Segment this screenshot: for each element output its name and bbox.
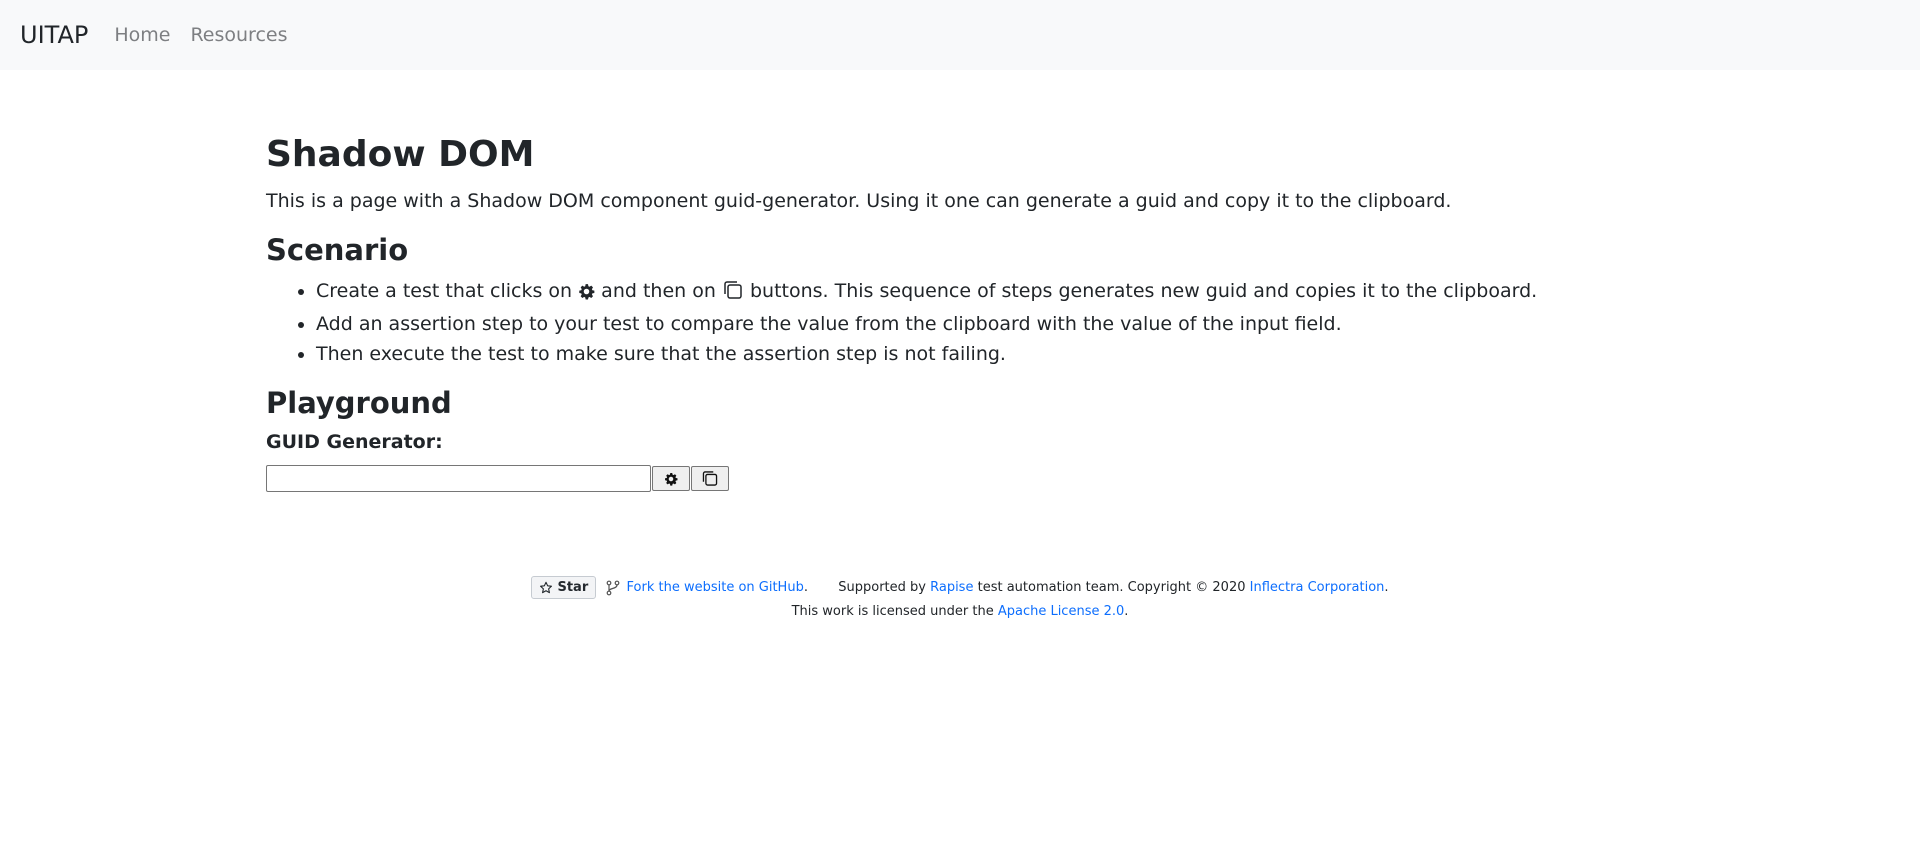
playground-heading: Playground — [266, 386, 452, 420]
fork-github-link[interactable]: Fork the website on GitHub — [627, 580, 804, 595]
page-description: This is a page with a Shadow DOM compone… — [266, 190, 1452, 212]
scenario-step-2: Add an assertion step to your test to co… — [316, 309, 1666, 339]
footer-line-1: Star Fork the website on GitHub. Support… — [0, 576, 1920, 600]
scenario-step-1: Create a test that clicks on and then on… — [316, 276, 1666, 309]
page-title: Shadow DOM — [266, 134, 535, 175]
guid-input[interactable] — [266, 465, 651, 492]
license-text: This work is licensed under the — [791, 604, 994, 619]
gear-icon — [665, 472, 678, 486]
guid-generator — [266, 465, 1666, 492]
copy-icon — [722, 279, 744, 309]
fork-icon — [606, 580, 620, 595]
footer-line-2: This work is licensed under the Apache L… — [791, 604, 1129, 619]
nav-link-resources[interactable]: Resources — [190, 24, 287, 46]
main-content: Shadow DOM This is a page with a Shadow … — [266, 70, 1666, 492]
navbar: UITAP Home Resources — [0, 0, 1920, 70]
rapise-link[interactable]: Rapise — [930, 580, 973, 595]
scenario-heading: Scenario — [266, 233, 409, 267]
brand-link[interactable]: UITAP — [20, 21, 88, 49]
scenario-step-1-middle: and then on — [601, 280, 716, 302]
gear-icon — [578, 279, 595, 309]
scenario-list: Create a test that clicks on and then on… — [266, 276, 1666, 369]
apache-license-link[interactable]: Apache License 2.0 — [998, 604, 1124, 619]
supported-by-text: Supported by — [838, 580, 926, 595]
copy-icon — [702, 471, 718, 486]
generate-guid-button[interactable] — [652, 466, 690, 491]
scenario-step-3: Then execute the test to make sure that … — [316, 339, 1666, 369]
scenario-step-1-after: buttons. This sequence of steps generate… — [749, 280, 1538, 302]
nav-link-home[interactable]: Home — [114, 24, 170, 46]
copy-guid-button[interactable] — [691, 466, 729, 491]
footer: Star Fork the website on GitHub. Support… — [0, 576, 1920, 624]
star-label: Star — [557, 579, 589, 595]
star-icon — [540, 581, 553, 593]
copyright-text: test automation team. Copyright © 2020 — [977, 580, 1246, 595]
github-star-button[interactable]: Star — [531, 576, 597, 599]
scenario-step-1-before: Create a test that clicks on — [316, 280, 573, 302]
guid-generator-label: GUID Generator: — [266, 431, 443, 453]
inflectra-link[interactable]: Inflectra Corporation — [1250, 580, 1385, 595]
